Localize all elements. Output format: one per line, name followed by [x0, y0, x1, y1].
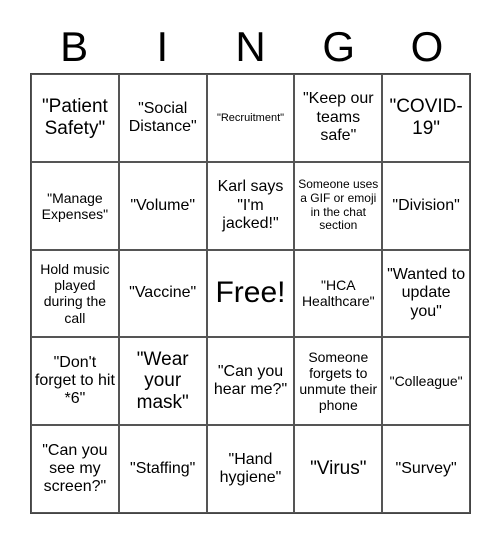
- header-letter-o: O: [410, 23, 444, 70]
- bingo-cell[interactable]: "Staffing": [118, 425, 207, 513]
- bingo-cell[interactable]: "Social Distance": [118, 74, 207, 162]
- header-letter-g: G: [322, 23, 356, 70]
- bingo-cell[interactable]: "Keep our teams safe": [294, 74, 383, 162]
- bingo-cell[interactable]: Hold music played during the call: [31, 249, 119, 338]
- bingo-cell[interactable]: Someone forgets to unmute their phone: [294, 337, 383, 426]
- bingo-cell[interactable]: "Vaccine": [118, 249, 207, 338]
- bingo-card-grid: "Patient Safety" "Social Distance" "Recrui…: [30, 73, 471, 514]
- bingo-cell[interactable]: "Division": [382, 161, 470, 250]
- bingo-cell[interactable]: "Wear your mask": [118, 337, 207, 426]
- bingo-cell[interactable]: "Hand hygiene": [206, 425, 295, 513]
- bingo-cell[interactable]: Karl says "I'm jacked!": [206, 161, 295, 250]
- bingo-cell[interactable]: "Volume": [118, 161, 207, 250]
- bingo-cell[interactable]: "Can you see my screen?": [31, 425, 119, 513]
- bingo-cell[interactable]: Someone uses a GIF or emoji in the chat …: [294, 161, 383, 250]
- bingo-cell[interactable]: "Don't forget to hit *6": [31, 337, 119, 426]
- bingo-cell[interactable]: "Colleague": [382, 337, 470, 426]
- bingo-cell[interactable]: "Virus": [294, 425, 383, 513]
- bingo-cell[interactable]: "Manage Expenses": [31, 161, 119, 250]
- bingo-cell[interactable]: "Survey": [382, 425, 470, 513]
- bingo-cell[interactable]: "Patient Safety": [31, 74, 119, 162]
- bingo-free-space[interactable]: Free!: [206, 249, 295, 338]
- bingo-cell[interactable]: "HCA Healthcare": [294, 249, 383, 338]
- header-letter-b: B: [60, 23, 89, 70]
- bingo-cell[interactable]: "Recruitment": [206, 74, 295, 162]
- bingo-header: B I N G O: [30, 22, 471, 72]
- header-letter-i: I: [156, 23, 169, 70]
- header-letter-n: N: [235, 23, 266, 70]
- bingo-cell[interactable]: "Can you hear me?": [206, 337, 295, 426]
- bingo-cell[interactable]: "COVID-19": [382, 74, 470, 162]
- bingo-cell[interactable]: "Wanted to update you": [382, 249, 470, 338]
